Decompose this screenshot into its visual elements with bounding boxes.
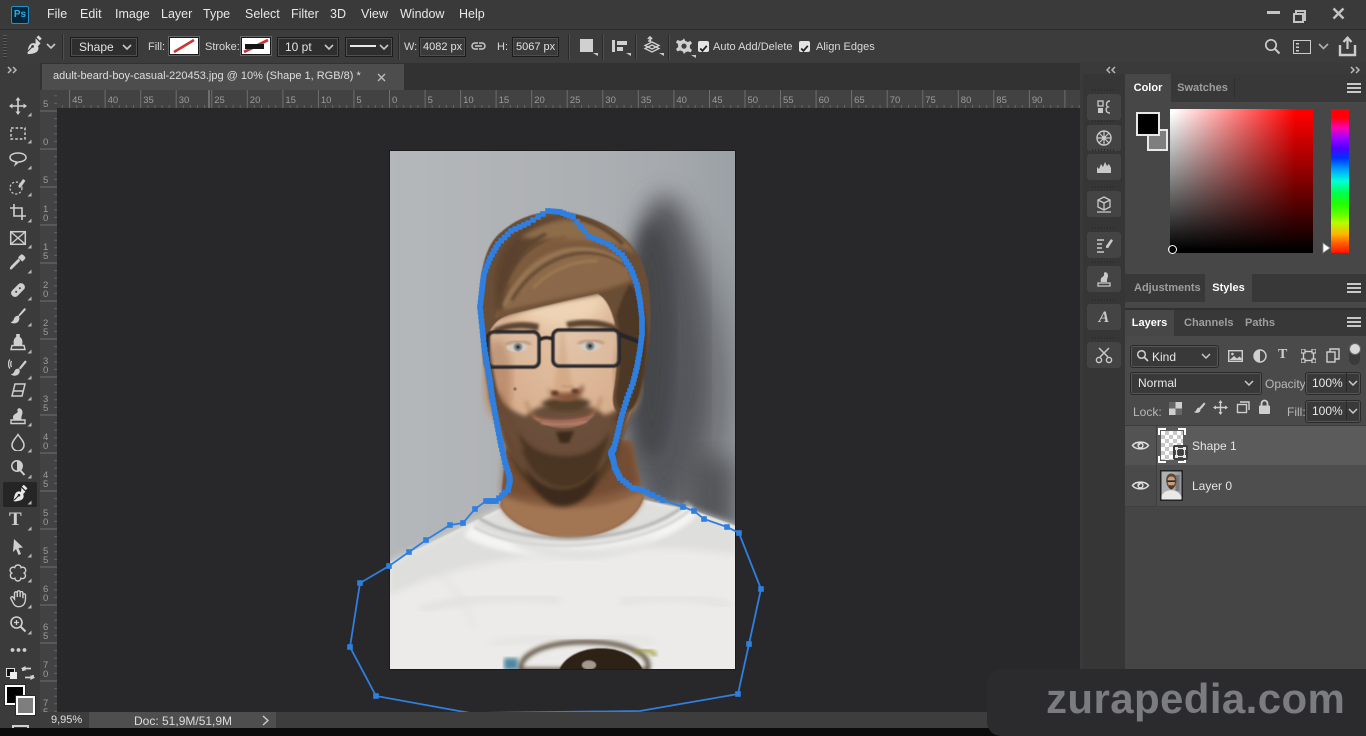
svg-text:0: 0: [43, 137, 48, 148]
svg-text:5: 5: [43, 175, 48, 186]
svg-text:55: 55: [783, 95, 794, 106]
svg-text:45: 45: [72, 95, 83, 106]
svg-text:60: 60: [819, 95, 830, 106]
svg-text:15: 15: [285, 95, 296, 106]
svg-text:A: A: [1098, 309, 1110, 326]
svg-text:25: 25: [214, 95, 225, 106]
svg-text:10: 10: [463, 95, 474, 106]
svg-text:0: 0: [392, 95, 397, 106]
svg-text:5: 5: [43, 479, 48, 490]
svg-text:0: 0: [43, 669, 48, 680]
svg-text:5: 5: [43, 251, 48, 262]
svg-text:5: 5: [43, 555, 48, 566]
svg-text:35: 35: [143, 95, 154, 106]
svg-text:5: 5: [43, 631, 48, 642]
svg-text:30: 30: [605, 95, 616, 106]
svg-text:35: 35: [641, 95, 652, 106]
svg-text:65: 65: [854, 95, 865, 106]
svg-text:90: 90: [1032, 95, 1043, 106]
svg-text:5: 5: [43, 327, 48, 338]
svg-text:25: 25: [570, 95, 581, 106]
svg-text:15: 15: [499, 95, 510, 106]
svg-text:80: 80: [961, 95, 972, 106]
svg-text:75: 75: [925, 95, 936, 106]
svg-text:0: 0: [43, 213, 48, 224]
svg-text:10: 10: [321, 95, 332, 106]
svg-text:5: 5: [43, 99, 48, 110]
svg-text:5: 5: [356, 95, 361, 106]
svg-text:70: 70: [890, 95, 901, 106]
svg-text:20: 20: [250, 95, 261, 106]
svg-text:0: 0: [43, 441, 48, 452]
svg-text:0: 0: [43, 289, 48, 300]
svg-text:0: 0: [43, 365, 48, 376]
svg-text:5: 5: [428, 95, 433, 106]
svg-text:0: 0: [43, 517, 48, 528]
svg-text:30: 30: [179, 95, 190, 106]
svg-text:40: 40: [108, 95, 119, 106]
svg-text:40: 40: [676, 95, 687, 106]
svg-text:85: 85: [996, 95, 1007, 106]
svg-text:5: 5: [43, 403, 48, 414]
svg-text:0: 0: [43, 593, 48, 604]
svg-text:20: 20: [534, 95, 545, 106]
svg-text:50: 50: [748, 95, 759, 106]
svg-text:45: 45: [712, 95, 723, 106]
